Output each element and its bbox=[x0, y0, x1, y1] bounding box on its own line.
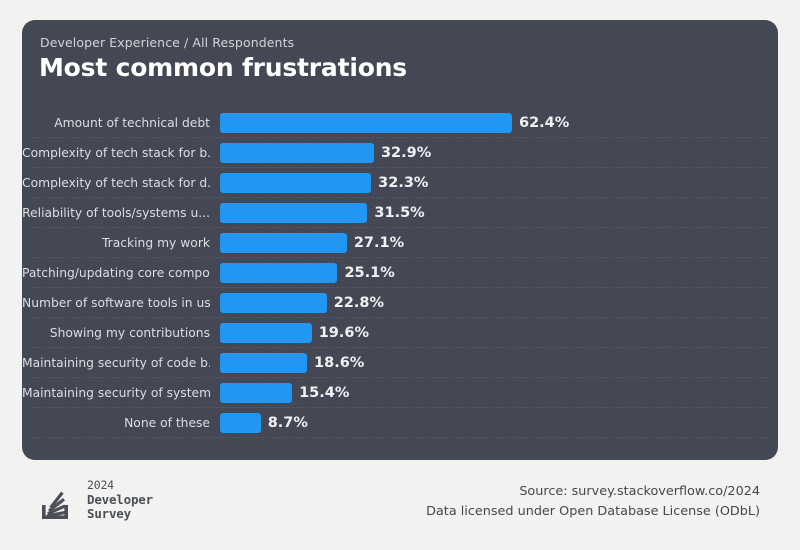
bar-value-label: 18.6% bbox=[314, 355, 365, 371]
bar[interactable] bbox=[220, 143, 374, 163]
bar[interactable] bbox=[220, 293, 327, 313]
bar-category-label: Patching/updating core compone... bbox=[22, 266, 210, 280]
bar-value-label: 32.3% bbox=[378, 175, 429, 191]
bar-value-label: 32.9% bbox=[380, 145, 432, 161]
bar-category-label: Maintaining security of code b... bbox=[22, 356, 210, 370]
bar-track: 19.6% bbox=[220, 318, 778, 348]
source-url-line: Source: survey.stackoverflow.co/2024 bbox=[519, 484, 760, 499]
bar-row[interactable]: Complexity of tech stack for b... 32.9% bbox=[22, 138, 778, 168]
bar-category-label: Showing my contributions bbox=[49, 326, 210, 340]
bar-track: 18.6% bbox=[220, 348, 778, 378]
breadcrumb: Developer Experience / All Respondents bbox=[40, 35, 295, 50]
bar-value-label: 19.6% bbox=[318, 325, 370, 341]
survey-logo: 2024 Developer Survey bbox=[38, 478, 153, 522]
bar-value-label: 25.1% bbox=[344, 265, 395, 281]
bar-row[interactable]: Amount of technical debt 62.4% bbox=[22, 108, 778, 138]
page-title: Most common frustrations bbox=[39, 53, 407, 82]
footer: 2024 Developer Survey Source: survey.sta… bbox=[0, 460, 800, 550]
bar-category-label: Complexity of tech stack for b... bbox=[22, 146, 210, 160]
bar-category-label: Amount of technical debt bbox=[54, 116, 210, 130]
survey-logo-text: 2024 Developer Survey bbox=[87, 478, 153, 522]
bar-row[interactable]: None of these 8.7% bbox=[22, 408, 778, 438]
bar-value-label: 31.5% bbox=[374, 205, 425, 221]
bar-row[interactable]: Maintaining security of code b... 18.6% bbox=[22, 348, 778, 378]
bar-track: 31.5% bbox=[220, 198, 778, 228]
survey-logo-line2: Survey bbox=[87, 506, 131, 522]
bar[interactable] bbox=[220, 173, 372, 193]
bar[interactable] bbox=[220, 113, 512, 133]
bar-row[interactable]: Maintaining security of system... 15.4% bbox=[22, 378, 778, 408]
survey-logo-line1: Developer bbox=[87, 491, 153, 507]
license-line: Data licensed under Open Database Licens… bbox=[426, 504, 760, 519]
chart-card: Developer Experience / All Respondents M… bbox=[22, 20, 778, 460]
bar[interactable] bbox=[220, 353, 308, 373]
bar-category-label: Reliability of tools/systems u... bbox=[22, 206, 210, 220]
bar-category-label: Tracking my work bbox=[101, 236, 210, 250]
bar-row[interactable]: Tracking my work 27.1% bbox=[22, 228, 778, 258]
bar-track: 32.9% bbox=[220, 138, 778, 168]
bar[interactable] bbox=[220, 263, 338, 283]
bar-value-label: 15.4% bbox=[299, 385, 350, 401]
bar-value-label: 22.8% bbox=[333, 295, 384, 311]
bar-track: 25.1% bbox=[220, 258, 778, 288]
bar-value-label: 27.1% bbox=[353, 235, 405, 251]
source-attribution: Source: survey.stackoverflow.co/2024 Dat… bbox=[426, 482, 760, 522]
bar-category-label: Complexity of tech stack for d... bbox=[22, 176, 210, 190]
bar-track: 15.4% bbox=[220, 378, 778, 408]
bar-value-label: 8.7% bbox=[267, 415, 308, 431]
bar-category-label: Number of software tools in us... bbox=[22, 296, 210, 310]
bar-track: 27.1% bbox=[220, 228, 778, 258]
bar[interactable] bbox=[220, 203, 368, 223]
bar-track: 62.4% bbox=[220, 108, 778, 138]
bar-value-label: 62.4% bbox=[519, 115, 570, 131]
bar-track: 8.7% bbox=[220, 408, 778, 438]
bar[interactable] bbox=[220, 413, 261, 433]
survey-logo-year: 2024 bbox=[87, 478, 114, 493]
bar-row[interactable]: Patching/updating core compone... 25.1% bbox=[22, 258, 778, 288]
bar-track: 22.8% bbox=[220, 288, 778, 318]
bar-row[interactable]: Reliability of tools/systems u... 31.5% bbox=[22, 198, 778, 228]
bar-row[interactable]: Complexity of tech stack for d... 32.3% bbox=[22, 168, 778, 198]
bar-row[interactable]: Number of software tools in us... 22.8% bbox=[22, 288, 778, 318]
bar-chart-plot: Amount of technical debt 62.4% Complexity … bbox=[22, 108, 778, 460]
bar[interactable] bbox=[220, 233, 347, 253]
stack-overflow-survey-logo-icon bbox=[42, 491, 68, 519]
bar[interactable] bbox=[220, 383, 293, 403]
bar-track: 32.3% bbox=[220, 168, 778, 198]
bar[interactable] bbox=[220, 323, 312, 343]
bar-category-label: None of these bbox=[124, 416, 210, 430]
bar-category-label: Maintaining security of system... bbox=[22, 386, 210, 400]
bar-row[interactable]: Showing my contributions 19.6% bbox=[22, 318, 778, 348]
